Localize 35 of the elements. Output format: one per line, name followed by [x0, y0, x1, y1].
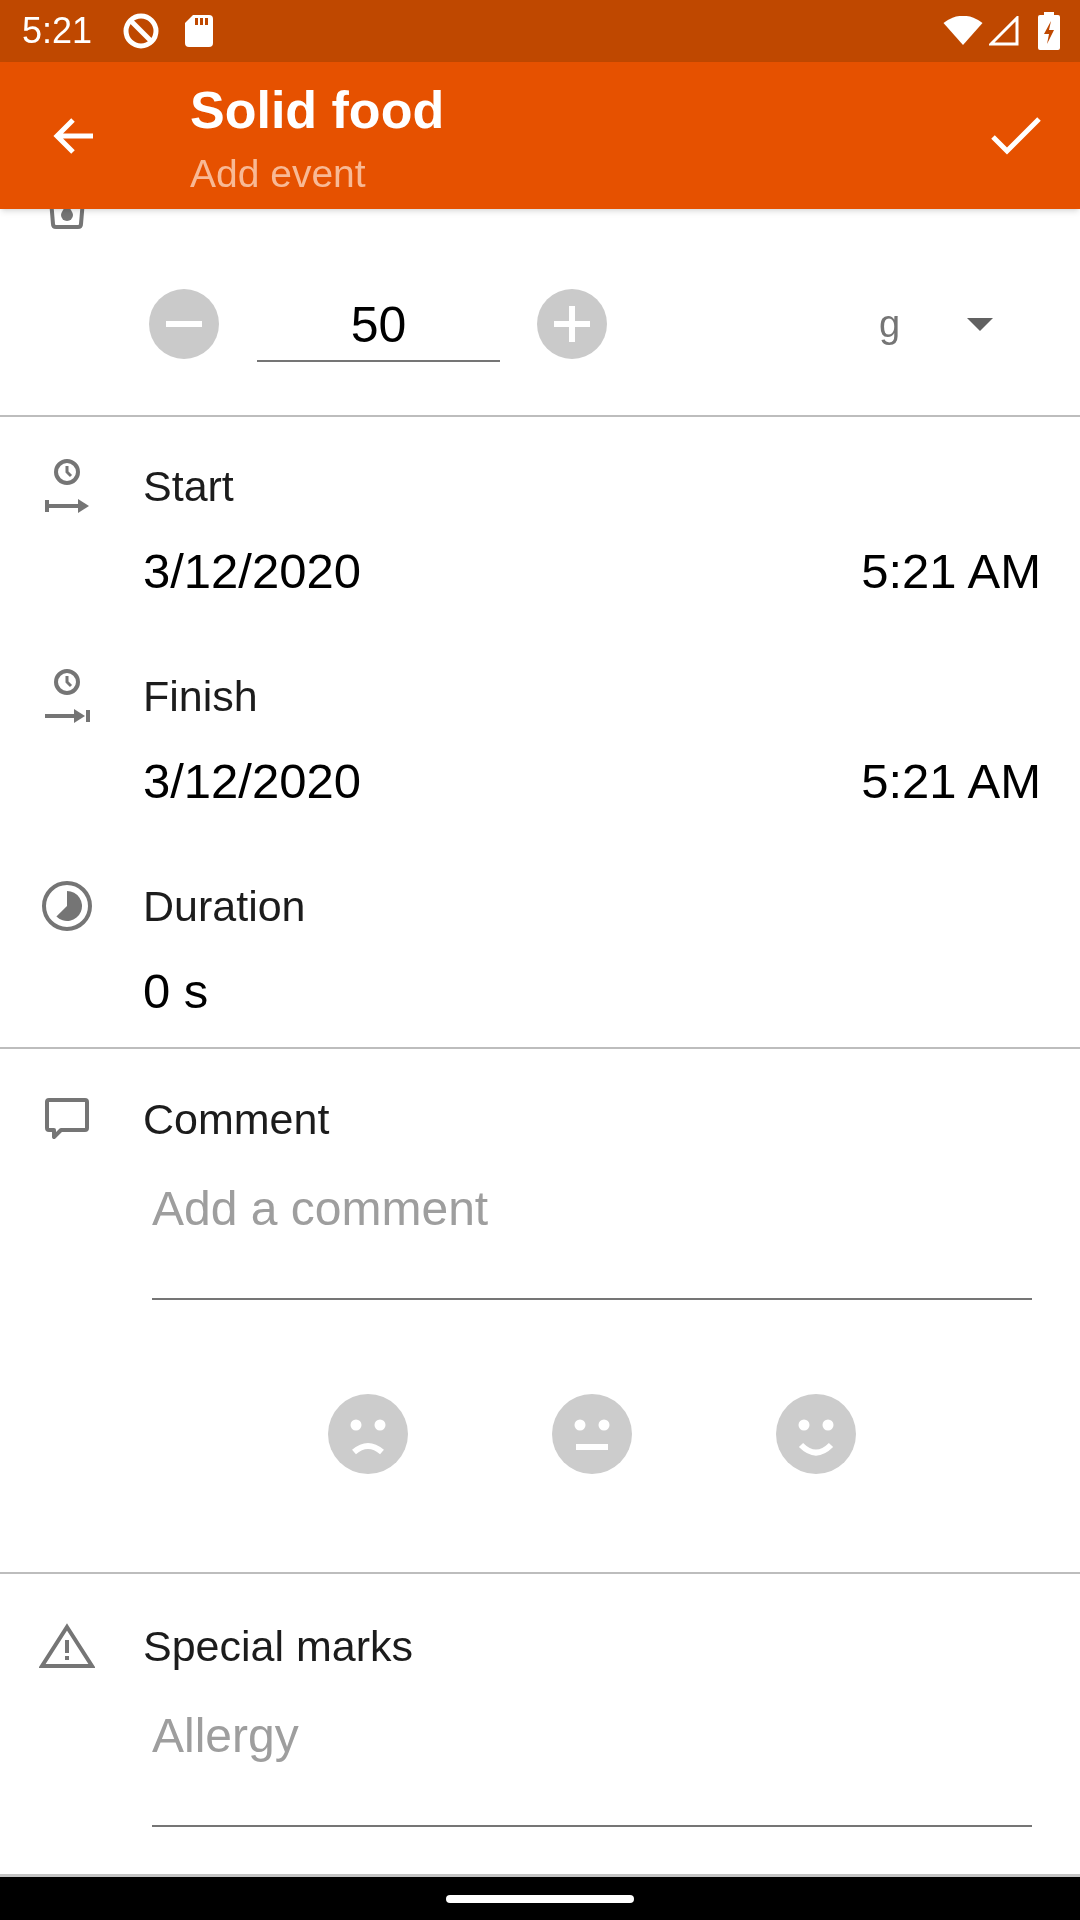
date-button[interactable]: 3/12/2020 [143, 543, 361, 599]
battery-icon [1038, 12, 1060, 50]
neutral-face-icon[interactable] [552, 1394, 632, 1474]
wifi-icon [943, 16, 983, 46]
time-button[interactable]: 5:21 AM [861, 753, 1041, 809]
sd-card-icon [185, 15, 214, 47]
volume-input[interactable]: 50 [257, 286, 500, 362]
unit-dropdown[interactable]: g [860, 289, 1010, 359]
time-button[interactable]: 5:21 AM [861, 543, 1041, 599]
comment-field[interactable]: Add a comment [152, 1160, 1032, 1300]
section-label: Comment [143, 1094, 330, 1144]
section-label: Special marks [143, 1621, 414, 1671]
clock-arrow-icon [43, 458, 91, 514]
section-label: Start [143, 461, 234, 511]
timelapse-icon [41, 880, 93, 932]
date-button[interactable]: 3/12/2020 [143, 753, 361, 809]
app-bar-subtitle: Add event [190, 151, 367, 197]
plus-icon [554, 306, 590, 342]
signal-icon [989, 16, 1019, 46]
duration-value: 0 s [143, 963, 209, 1019]
minus-icon [166, 321, 202, 327]
speech-bubble-icon [44, 1097, 90, 1141]
app-bar-title: Solid food [190, 80, 445, 140]
warning-icon [39, 1623, 95, 1669]
smiley-face-icon[interactable] [776, 1394, 856, 1474]
sad-face-icon[interactable] [328, 1394, 408, 1474]
section-label: Finish [143, 671, 258, 721]
caret-icon [967, 317, 993, 331]
allergy-field[interactable]: Allergy [152, 1687, 1032, 1827]
home-indicator[interactable] [446, 1894, 634, 1903]
clock-arrow-icon [43, 668, 91, 724]
section-label: Duration [143, 881, 306, 931]
circle-slash-icon [122, 12, 161, 50]
check-icon [990, 115, 1042, 156]
status-time: 5:21 [22, 11, 93, 51]
